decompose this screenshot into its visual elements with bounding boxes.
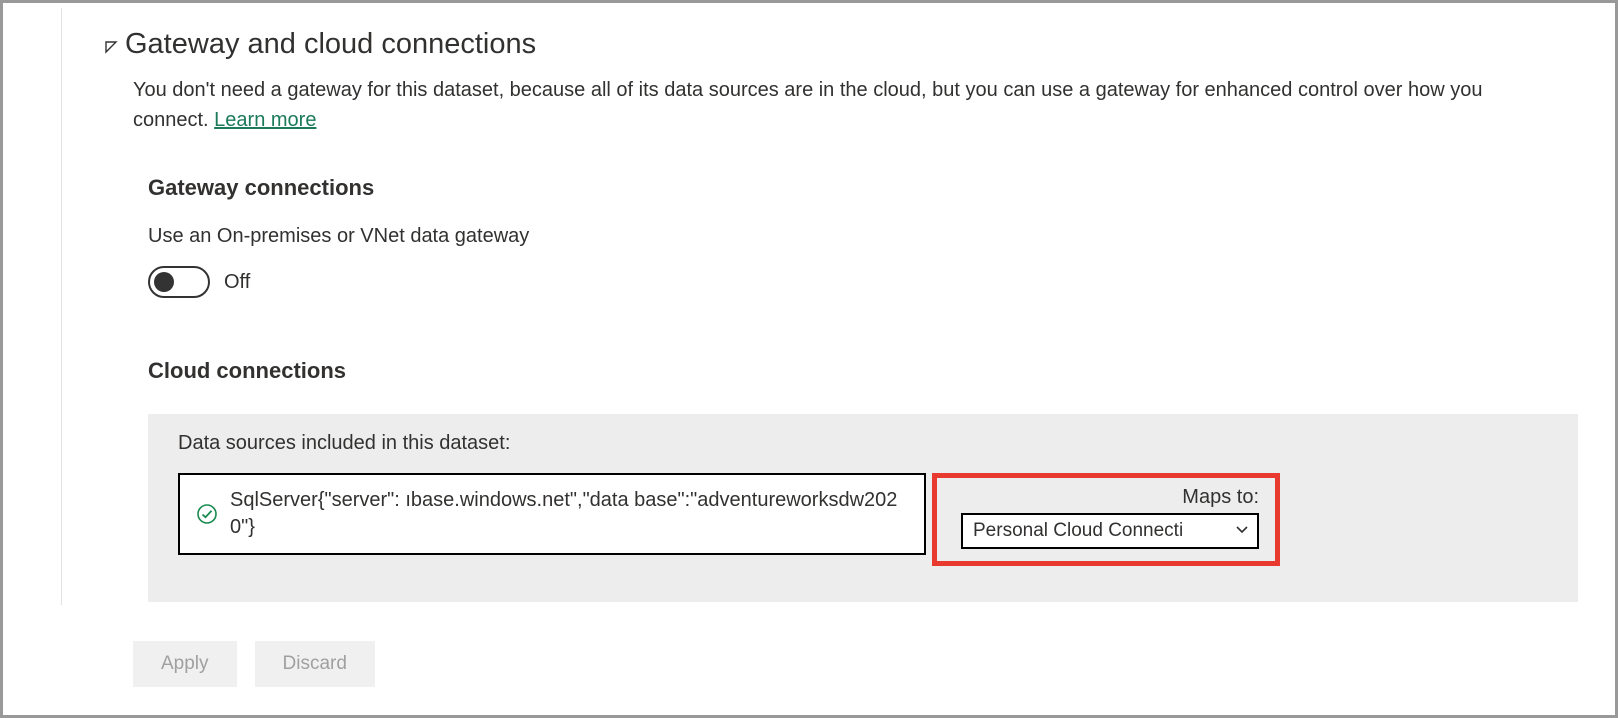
maps-to-label: Maps to: <box>1182 486 1259 509</box>
datasources-label: Data sources included in this dataset: <box>178 432 1548 455</box>
chevron-down-icon <box>1235 520 1249 542</box>
gateway-connections-heading: Gateway connections <box>148 175 1575 201</box>
footer-buttons: Apply Discard <box>133 641 375 687</box>
datasource-row: SqlServer{"server": ıbase.windows.net","… <box>178 473 1548 566</box>
datasource-box: SqlServer{"server": ıbase.windows.net","… <box>178 473 926 555</box>
section-header[interactable]: Gateway and cloud connections <box>103 28 1575 61</box>
collapse-icon <box>103 39 119 55</box>
cloud-connections-heading: Cloud connections <box>148 358 1575 384</box>
gateway-toggle-label: Use an On-premises or VNet data gateway <box>148 225 1575 248</box>
maps-to-highlight: Maps to: Personal Cloud Connecti <box>932 473 1280 566</box>
dropdown-value: Personal Cloud Connecti <box>973 520 1231 542</box>
check-circle-icon <box>196 503 218 525</box>
learn-more-link[interactable]: Learn more <box>214 109 316 131</box>
description-text: You don't need a gateway for this datase… <box>133 79 1483 131</box>
gateway-toggle-state: Off <box>224 271 250 294</box>
discard-button[interactable]: Discard <box>255 641 375 687</box>
datasource-text: SqlServer{"server": ıbase.windows.net","… <box>230 487 908 541</box>
maps-to-dropdown[interactable]: Personal Cloud Connecti <box>961 513 1259 549</box>
gateway-toggle[interactable] <box>148 266 210 298</box>
cloud-connections-panel: Data sources included in this dataset: S… <box>148 414 1578 602</box>
vertical-divider <box>61 8 62 605</box>
apply-button[interactable]: Apply <box>133 641 237 687</box>
toggle-knob <box>154 272 174 292</box>
section-description: You don't need a gateway for this datase… <box>133 75 1563 135</box>
section-title: Gateway and cloud connections <box>125 28 536 61</box>
